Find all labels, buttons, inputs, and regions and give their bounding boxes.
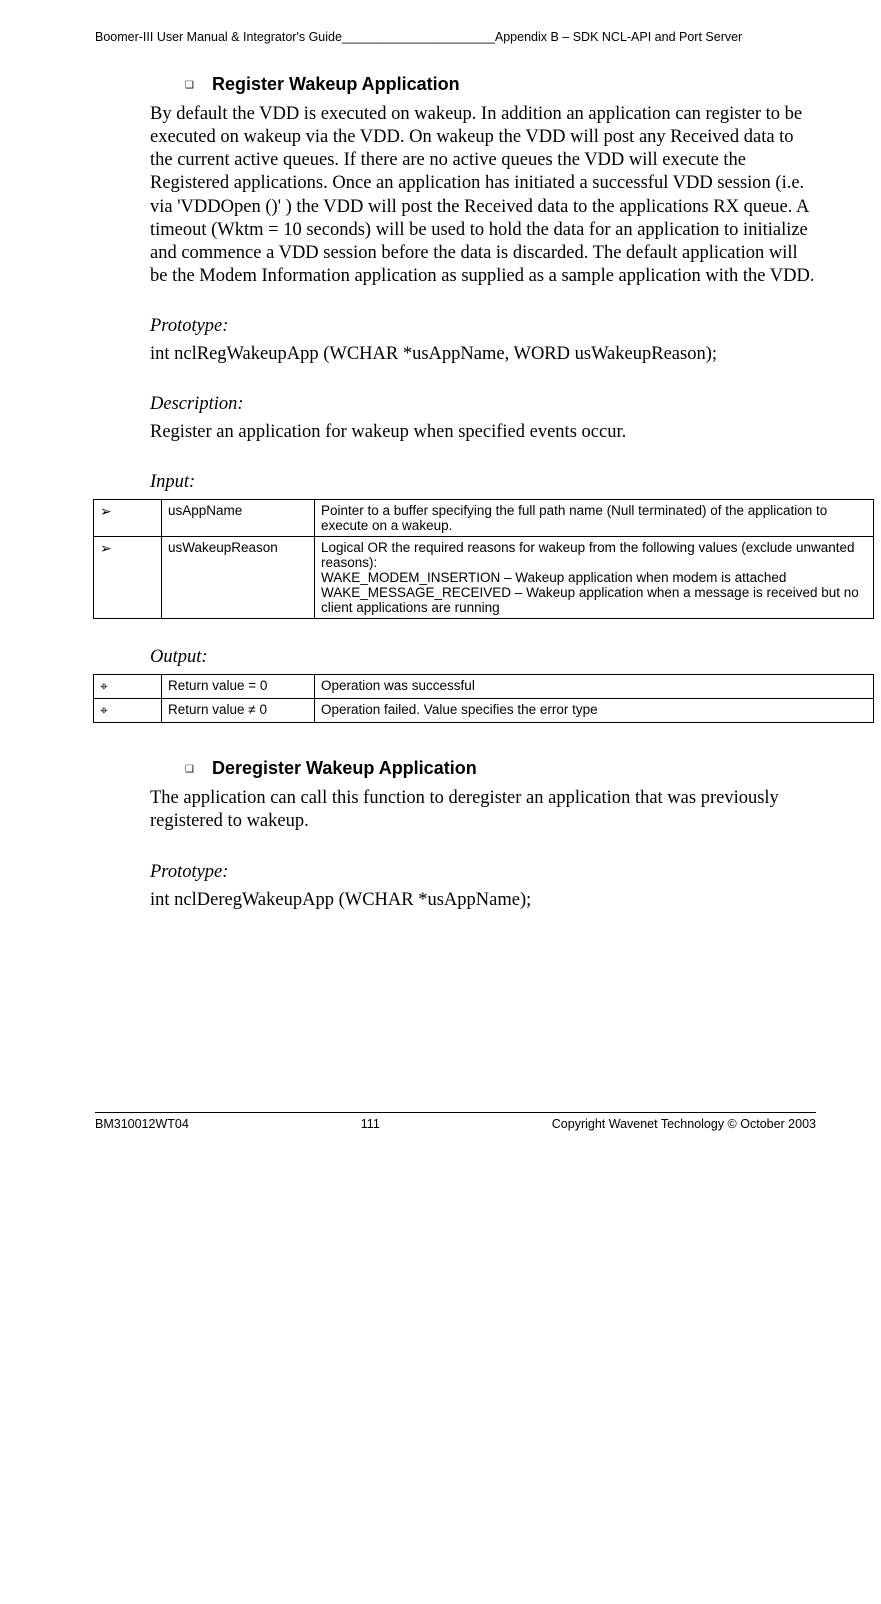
param-name-cell: Return value ≠ 0 [162, 699, 315, 723]
header-text: Boomer-III User Manual & Integrator's Gu… [95, 30, 742, 44]
output-table: ⌖ Return value = 0 Operation was success… [93, 674, 874, 723]
param-name-cell: usAppName [162, 500, 315, 537]
table-row: ➢ usWakeupReason Logical OR the required… [94, 537, 874, 619]
section-body-deregister: The application can call this function t… [150, 787, 816, 833]
prototype-label-2: Prototype: [150, 862, 816, 883]
section-heading-register: ❑ Register Wakeup Application [185, 74, 816, 95]
footer-page-number: 111 [361, 1117, 380, 1131]
section-heading-deregister: ❑ Deregister Wakeup Application [185, 758, 816, 779]
param-desc-cell: Logical OR the required reasons for wake… [315, 537, 874, 619]
page-footer: BM310012WT04 111 Copyright Wavenet Techn… [95, 1112, 816, 1131]
output-label: Output: [150, 647, 816, 668]
arrow-cell: ➢ [94, 537, 162, 619]
section-body-register: By default the VDD is executed on wakeup… [150, 103, 816, 288]
footer-right: Copyright Wavenet Technology © October 2… [552, 1117, 816, 1131]
table-row: ⌖ Return value ≠ 0 Operation failed. Val… [94, 699, 874, 723]
table-row: ⌖ Return value = 0 Operation was success… [94, 675, 874, 699]
prototype-text: int nclRegWakeupApp (WCHAR *usAppName, W… [150, 343, 816, 366]
input-table: ➢ usAppName Pointer to a buffer specifyi… [93, 499, 874, 619]
description-text: Register an application for wakeup when … [150, 421, 816, 444]
arrow-cell: ➢ [94, 500, 162, 537]
param-name-cell: usWakeupReason [162, 537, 315, 619]
heading-text: Deregister Wakeup Application [212, 758, 477, 779]
bullet-icon: ❑ [185, 80, 194, 91]
arrow-cell: ⌖ [94, 699, 162, 723]
param-desc-cell: Operation failed. Value specifies the er… [315, 699, 874, 723]
page: Boomer-III User Manual & Integrator's Gu… [0, 0, 881, 1161]
page-header: Boomer-III User Manual & Integrator's Gu… [95, 30, 816, 44]
param-desc-cell: Pointer to a buffer specifying the full … [315, 500, 874, 537]
footer-left: BM310012WT04 [95, 1117, 189, 1131]
arrow-cell: ⌖ [94, 675, 162, 699]
prototype-text-2: int nclDeregWakeupApp (WCHAR *usAppName)… [150, 889, 816, 912]
description-label: Description: [150, 394, 816, 415]
input-label: Input: [150, 472, 816, 493]
bullet-icon: ❑ [185, 764, 194, 775]
prototype-label: Prototype: [150, 316, 816, 337]
heading-text: Register Wakeup Application [212, 74, 460, 95]
param-desc-cell: Operation was successful [315, 675, 874, 699]
param-name-cell: Return value = 0 [162, 675, 315, 699]
table-row: ➢ usAppName Pointer to a buffer specifyi… [94, 500, 874, 537]
